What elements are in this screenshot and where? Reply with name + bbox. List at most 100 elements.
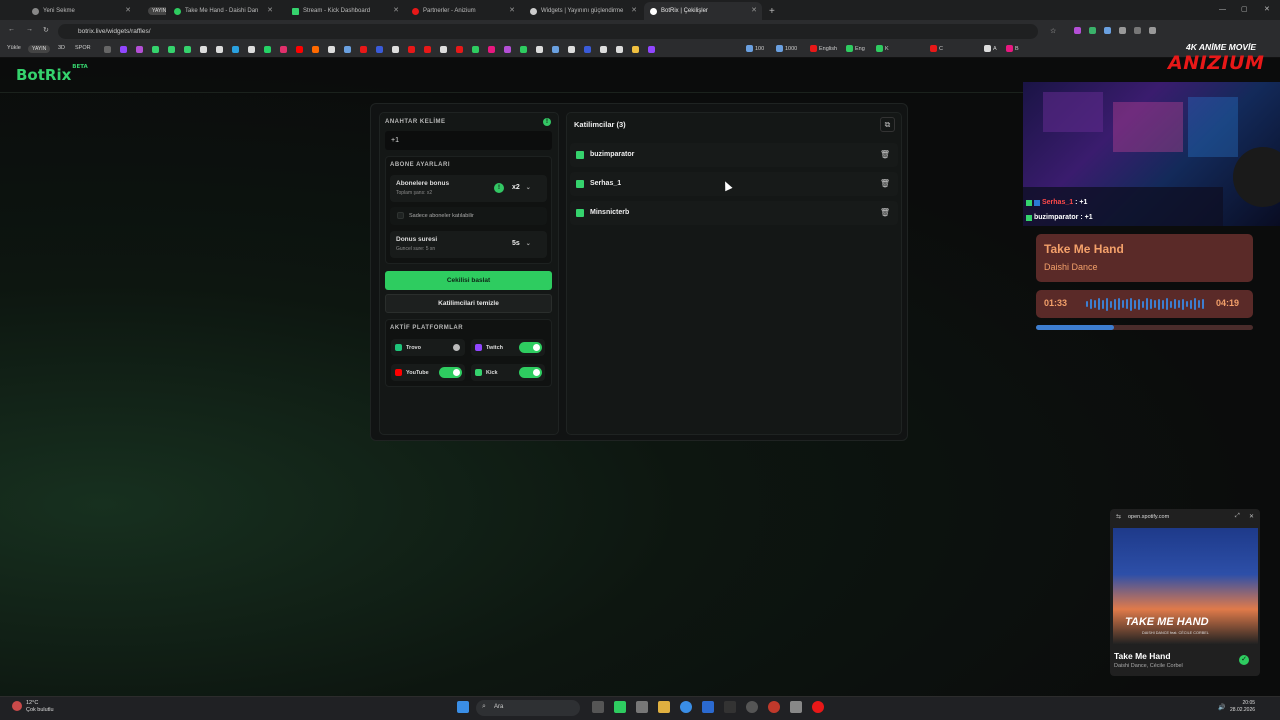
weather-icon[interactable] [12,701,22,711]
app-icon[interactable] [768,701,780,713]
forward-icon[interactable]: → [26,26,33,33]
bookmark-icon[interactable] [616,46,623,53]
word-icon[interactable] [702,701,714,713]
bookmark-icon[interactable] [584,46,591,53]
bookmark-3d[interactable]: 3D [58,45,65,51]
trovo-toggle[interactable] [451,342,462,353]
bookmark-english[interactable]: English [810,45,837,52]
bookmark-c[interactable]: C [930,45,943,52]
tab-widgets[interactable]: Widgets | Yayınını güçlendirme ✕ [524,2,642,20]
xbox-icon[interactable] [614,701,626,713]
bookmark-icon[interactable] [536,46,543,53]
copy-icon[interactable]: ⧉ [880,117,895,132]
extension-icon[interactable] [1104,27,1111,34]
bookmark-icon[interactable] [328,46,335,53]
extension-icon[interactable] [1134,27,1141,34]
bonus-duration-select[interactable]: 5s ⌄ [512,240,531,247]
bookmark-star-icon[interactable]: ☆ [1050,27,1056,35]
kick-icon[interactable] [168,46,175,53]
close-icon[interactable]: ✕ [125,6,131,14]
taskbar-search[interactable]: Ara [476,700,580,716]
new-tab-button[interactable]: + [763,2,777,20]
whatsapp-icon[interactable] [264,46,271,53]
expand-icon[interactable]: ⤢ [1235,513,1240,520]
tab-botrix[interactable]: BotRix | Çekilişler ✕ [644,2,762,20]
bookmark-icon[interactable] [232,46,239,53]
app-icon[interactable] [636,701,648,713]
sub-bonus-select[interactable]: x2 ⌄ [512,184,531,191]
bookmark-icon[interactable] [360,46,367,53]
app-icon[interactable] [724,701,736,713]
close-icon[interactable]: ✕ [751,6,757,14]
botrix-logo[interactable]: BotRixBETA [16,64,88,84]
back-icon[interactable]: ← [8,26,15,33]
close-icon[interactable]: ✕ [267,6,273,14]
bookmark-yukle[interactable]: Yükle [7,45,21,51]
close-icon[interactable]: ✕ [393,6,399,14]
trash-icon[interactable]: 🗑 [880,150,890,159]
keyword-input[interactable]: +1 [385,131,552,150]
weather-widget[interactable]: 12°C Çok bulutlu [26,700,54,714]
bookmark-icon[interactable] [552,46,559,53]
twitch-icon[interactable] [120,46,127,53]
windows-start-icon[interactable] [457,701,469,713]
bookmark-icon[interactable] [408,46,415,53]
maximize-icon[interactable]: ▢ [1241,5,1248,13]
bookmark-icon[interactable] [472,46,479,53]
bookmark-icon[interactable] [424,46,431,53]
close-icon[interactable]: ✕ [631,6,637,14]
kick-icon[interactable] [184,46,191,53]
file-explorer-icon[interactable] [658,701,670,713]
bookmark-1000[interactable]: 1000 [776,45,797,52]
bookmark-icon[interactable] [504,46,511,53]
bookmark-icon[interactable] [440,46,447,53]
close-icon[interactable]: ✕ [1249,513,1254,520]
extension-icon[interactable] [1074,27,1081,34]
extension-icon[interactable] [1119,27,1126,34]
bookmark-a[interactable]: A [984,45,997,52]
bookmark-icon[interactable] [568,46,575,53]
tab-anizium[interactable]: Partnerler - Anizium ✕ [406,2,520,20]
kick-toggle[interactable] [519,367,542,378]
youtube-icon[interactable] [296,46,303,53]
bookmark-100[interactable]: 100 [746,45,764,52]
bookmark-icon[interactable] [392,46,399,53]
bookmark-icon[interactable] [104,46,111,53]
youtube-toggle[interactable] [439,367,462,378]
bookmark-b[interactable]: B [1006,45,1019,52]
opera-icon[interactable] [812,701,824,713]
trash-icon[interactable]: 🗑 [880,179,890,188]
bookmark-spor[interactable]: SPOR [75,45,91,51]
twitch-toggle[interactable] [519,342,542,353]
instagram-icon[interactable] [280,46,287,53]
bookmark-icon[interactable] [648,46,655,53]
bookmark-yayin[interactable]: YAYIN [28,45,51,53]
bookmark-icon[interactable] [136,46,143,53]
trash-icon[interactable]: 🗑 [880,208,890,217]
tab-new[interactable]: Yeni Sekme ✕ [26,2,136,20]
liked-check-icon[interactable]: ✓ [1239,655,1249,665]
kick-icon[interactable] [152,46,159,53]
bookmark-icon[interactable] [632,46,639,53]
start-raffle-button[interactable]: Cekilisi baslat [385,271,552,290]
bookmark-icon[interactable] [344,46,351,53]
close-window-icon[interactable]: ✕ [1264,5,1270,13]
info-icon[interactable]: ! [494,183,504,193]
spotify-icon[interactable] [520,46,527,53]
bookmark-icon[interactable] [488,46,495,53]
speaker-icon[interactable]: 🔊 [1218,704,1225,711]
puzzle-icon[interactable] [1149,27,1156,34]
bookmark-icon[interactable] [600,46,607,53]
chrome-icon[interactable] [680,701,692,713]
settings-icon[interactable]: ⇆ [1116,513,1121,520]
settings-icon[interactable] [790,701,802,713]
tab-group-yayin[interactable]: YAYIN [142,2,166,20]
obs-icon[interactable] [746,701,758,713]
extension-icon[interactable] [1089,27,1096,34]
subs-only-checkbox[interactable] [397,212,404,219]
close-icon[interactable]: ✕ [509,6,515,14]
bookmark-icon[interactable] [216,46,223,53]
clear-participants-button[interactable]: Katilimcilari temizle [385,294,552,313]
tab-kick[interactable]: Stream - Kick Dashboard ✕ [286,2,404,20]
url-field[interactable]: botrix.live/widgets/raffles/ [58,24,1038,39]
